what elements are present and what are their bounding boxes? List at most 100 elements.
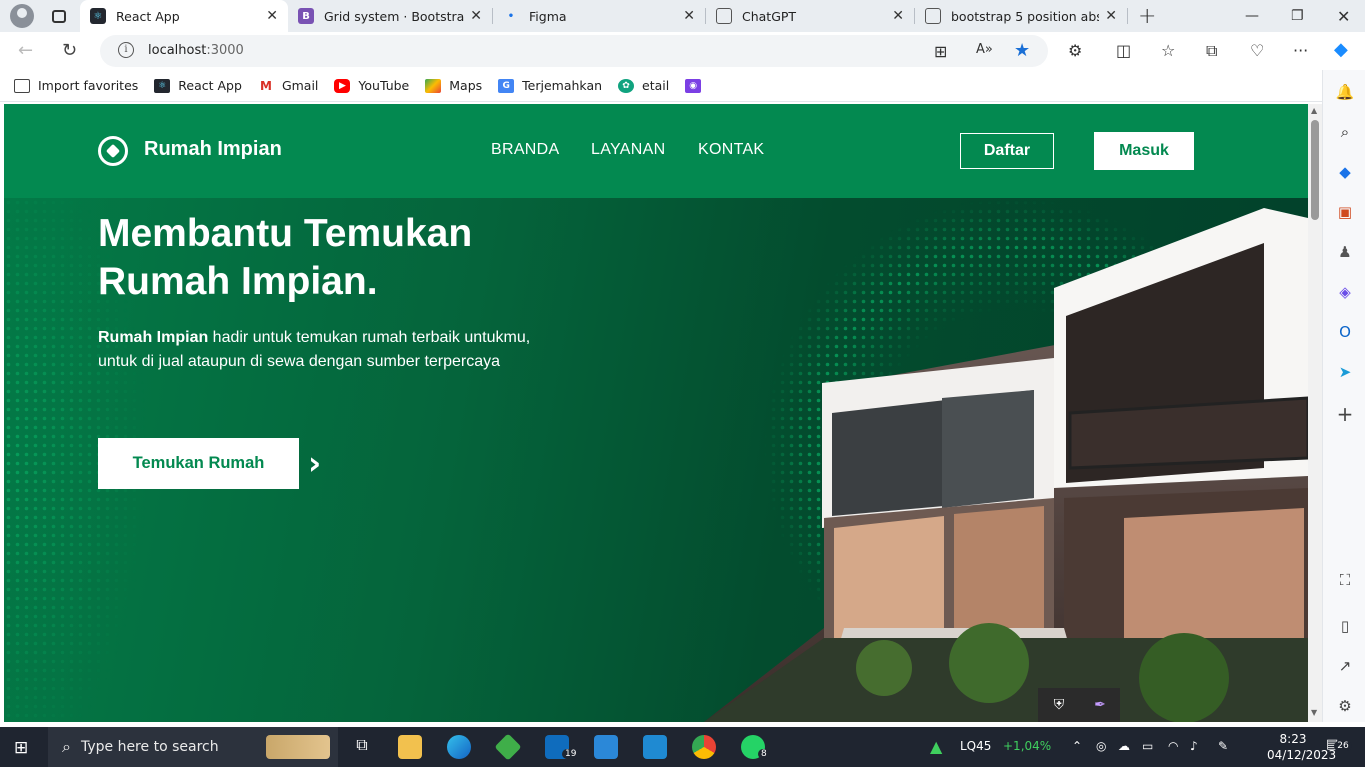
- extensions-icon[interactable]: ⚙: [1068, 41, 1082, 60]
- url-text[interactable]: localhost:3000: [148, 43, 244, 58]
- stock-chart-icon: ▲: [930, 737, 943, 756]
- onedrive-icon[interactable]: ☁: [1118, 739, 1130, 753]
- login-button[interactable]: Masuk: [1094, 132, 1194, 170]
- settings-icon[interactable]: ⚙: [1335, 696, 1355, 716]
- clock[interactable]: 8:23 04/12/2023: [1267, 731, 1336, 763]
- back-icon[interactable]: ←: [18, 40, 33, 61]
- close-tab-icon[interactable]: ✕: [266, 8, 278, 24]
- minimize-icon[interactable]: —: [1245, 0, 1259, 32]
- nav-link-layanan[interactable]: LAYANAN: [591, 141, 665, 159]
- favorites-icon[interactable]: ☆: [1161, 41, 1175, 60]
- tab-figma[interactable]: • Figma ✕: [493, 0, 705, 32]
- tools-icon[interactable]: ▣: [1335, 202, 1355, 222]
- outlook-icon[interactable]: O: [1335, 322, 1355, 342]
- more-menu-icon[interactable]: ···: [1293, 41, 1308, 60]
- read-aloud-icon[interactable]: A»: [976, 42, 993, 57]
- stock-name[interactable]: LQ45: [960, 739, 991, 753]
- address-bar[interactable]: i localhost:3000 ⊞ A» ★: [100, 35, 1048, 67]
- battery-icon[interactable]: ▭: [1142, 739, 1153, 753]
- send-icon[interactable]: ➤: [1335, 362, 1355, 382]
- vscode-icon[interactable]: [643, 735, 667, 759]
- wifi-icon[interactable]: ◠: [1168, 739, 1178, 753]
- bookmark-import-favorites[interactable]: Import favorites: [14, 78, 138, 93]
- nav-link-branda[interactable]: BRANDA: [491, 141, 559, 159]
- split-screen-icon[interactable]: ◫: [1116, 41, 1131, 60]
- webcam-icon[interactable]: ◎: [1096, 739, 1106, 753]
- bookmark-translate[interactable]: G Terjemahkan: [498, 78, 602, 93]
- sidebar-toggle-icon[interactable]: ▯: [1335, 616, 1355, 636]
- bookmark-extra[interactable]: ◉: [685, 78, 709, 93]
- add-icon[interactable]: +: [1335, 402, 1355, 426]
- microsoft-365-icon[interactable]: ◈: [1335, 282, 1355, 302]
- tab-title: ChatGPT: [742, 8, 797, 24]
- register-button[interactable]: Daftar: [960, 133, 1054, 169]
- search-icon[interactable]: ⌕: [1335, 122, 1355, 142]
- copilot-icon[interactable]: ◆: [1334, 39, 1348, 60]
- bookmark-youtube[interactable]: ▶ YouTube: [334, 78, 409, 93]
- games-icon[interactable]: ♟: [1335, 242, 1355, 262]
- webpage-viewport: Rumah Impian BRANDA LAYANAN KONTAK Dafta…: [4, 104, 1308, 722]
- performance-icon[interactable]: ♡: [1250, 41, 1264, 60]
- bookmark-label: Terjemahkan: [522, 78, 603, 93]
- file-explorer-icon[interactable]: [398, 735, 422, 759]
- bookmark-react-app[interactable]: ⚛ React App: [154, 78, 242, 93]
- tab-title: Figma: [529, 8, 567, 24]
- collections-icon[interactable]: ⧉: [1206, 41, 1217, 61]
- close-tab-icon[interactable]: ✕: [892, 8, 904, 24]
- close-tab-icon[interactable]: ✕: [1105, 8, 1117, 24]
- scrollbar-thumb[interactable]: [1311, 120, 1319, 220]
- show-hidden-icons-icon[interactable]: ⌃: [1072, 739, 1082, 753]
- scroll-down-icon[interactable]: ▼: [1311, 708, 1317, 717]
- task-view-icon[interactable]: ⧉: [350, 735, 374, 759]
- chrome-icon[interactable]: [692, 735, 716, 759]
- open-external-icon[interactable]: ↗: [1335, 656, 1355, 676]
- description-brand: Rumah Impian: [98, 329, 209, 346]
- close-tab-icon[interactable]: ✕: [470, 8, 482, 24]
- new-tab-icon[interactable]: +: [1138, 4, 1156, 29]
- translate-icon: G: [498, 78, 515, 93]
- brand-logo-icon[interactable]: [98, 136, 128, 166]
- shield-overlay-icon[interactable]: ⛨: [1038, 688, 1080, 722]
- shopping-tag-icon[interactable]: ◆: [1335, 162, 1355, 182]
- whatsapp-badge: 8: [758, 749, 770, 759]
- find-house-button[interactable]: Temukan Rumah: [98, 438, 299, 489]
- pen-icon[interactable]: ✎: [1218, 739, 1228, 753]
- tab-bootstrap[interactable]: B Grid system · Bootstrap v5.0 ✕: [288, 0, 492, 32]
- tab-bootstrap-position[interactable]: bootstrap 5 position absolut ✕: [915, 0, 1127, 32]
- chevron-right-icon[interactable]: ›: [308, 444, 321, 482]
- volume-icon[interactable]: ♪: [1190, 739, 1198, 753]
- restore-icon[interactable]: ❐: [1291, 0, 1304, 32]
- node-icon[interactable]: [494, 733, 522, 761]
- bookmark-maps[interactable]: Maps: [425, 78, 482, 93]
- store-icon[interactable]: [594, 735, 618, 759]
- favorite-star-icon[interactable]: ★: [1014, 40, 1030, 61]
- scroll-up-icon[interactable]: ▲: [1311, 106, 1317, 115]
- nav-link-kontak[interactable]: KONTAK: [698, 141, 764, 159]
- profile-avatar-icon[interactable]: [10, 4, 34, 28]
- stock-change[interactable]: +1,04%: [1003, 739, 1051, 753]
- bookmark-label: etail: [642, 78, 670, 93]
- tab-react-app[interactable]: ⚛ React App ✕: [80, 0, 288, 32]
- bookmark-gmail[interactable]: M Gmail: [257, 78, 318, 93]
- tab-chatgpt[interactable]: ChatGPT ✕: [706, 0, 914, 32]
- site-info-icon[interactable]: i: [118, 42, 134, 58]
- notification-bell-icon[interactable]: 🔔: [1335, 82, 1355, 102]
- taskbar-search[interactable]: ⌕ Type here to search: [48, 727, 338, 767]
- tab-actions-icon[interactable]: [52, 9, 66, 23]
- pen-overlay-icon[interactable]: ✒: [1080, 688, 1120, 722]
- close-tab-icon[interactable]: ✕: [683, 8, 695, 24]
- screenshot-icon[interactable]: ⛶: [1335, 570, 1355, 590]
- refresh-icon[interactable]: ↻: [62, 40, 77, 61]
- youtube-icon: ▶: [334, 78, 351, 93]
- edge-icon[interactable]: [447, 735, 471, 759]
- bookmark-etail[interactable]: ✿ etail: [618, 78, 669, 93]
- app-available-icon[interactable]: ⊞: [934, 42, 947, 61]
- notification-center[interactable]: ▤26: [1326, 737, 1352, 752]
- close-window-icon[interactable]: ✕: [1337, 0, 1350, 32]
- page-scrollbar[interactable]: ▲ ▼: [1308, 104, 1322, 722]
- brand-name[interactable]: Rumah Impian: [144, 138, 282, 161]
- windows-start-icon[interactable]: ⊞: [14, 738, 28, 758]
- openai-icon: ✿: [618, 78, 635, 93]
- windows-taskbar: ⊞ ⌕ Type here to search ⧉ 19 8 ▲ LQ45 +1…: [0, 727, 1365, 767]
- gmail-icon: M: [257, 78, 274, 93]
